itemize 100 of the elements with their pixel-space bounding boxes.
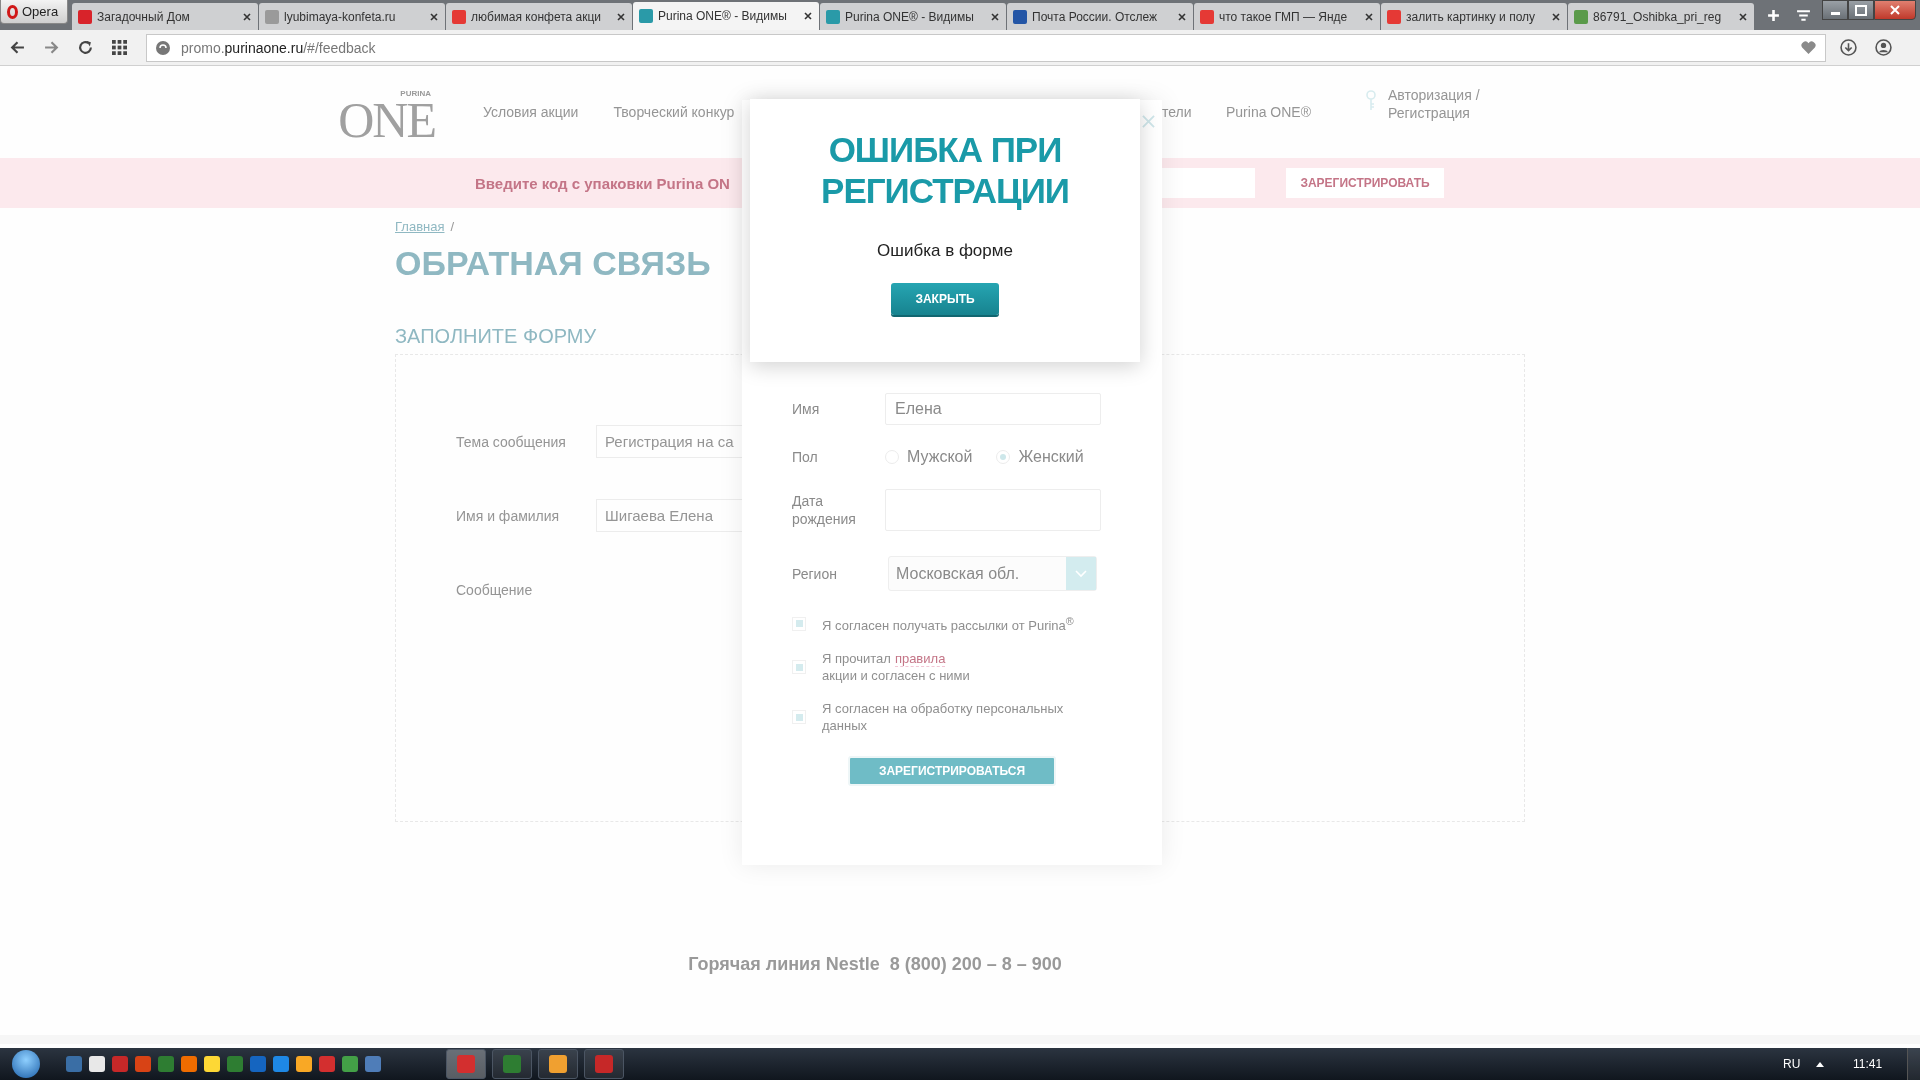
close-icon[interactable]: [429, 11, 439, 22]
browser-tab[interactable]: Загадочный Дом: [72, 3, 258, 30]
close-icon[interactable]: [803, 11, 813, 21]
caret-up-icon[interactable]: [1816, 1061, 1824, 1067]
checkbox[interactable]: [792, 710, 806, 725]
browser-tab[interactable]: залить картинку и полу: [1381, 3, 1567, 30]
taskbar-app[interactable]: [538, 1049, 578, 1079]
hotline-text: Горячая линия Nestle 8 (800) 200 – 8 – 900: [688, 953, 1062, 975]
favicon-icon: [826, 9, 840, 24]
language-indicator[interactable]: RU: [1783, 1057, 1801, 1071]
region-dropdown[interactable]: Московская обл.: [888, 556, 1097, 591]
agreement-text: Я прочитал правила акции и согласен с ними: [822, 650, 971, 685]
browser-tab[interactable]: любимая конфета акци: [446, 3, 632, 30]
heart-icon[interactable]: [1800, 40, 1817, 55]
key-icon: [1365, 90, 1377, 112]
site-info-icon[interactable]: [155, 39, 171, 56]
favicon-icon: [78, 9, 92, 24]
opera-menu-button[interactable]: Opera: [0, 0, 68, 24]
close-icon: [1890, 5, 1900, 15]
app-icon[interactable]: [227, 1056, 243, 1072]
menu-icon[interactable]: [1796, 9, 1811, 22]
close-icon[interactable]: [990, 11, 1000, 22]
app-icon[interactable]: [296, 1056, 312, 1072]
browser-tab[interactable]: 86791_Oshibka_pri_reg: [1568, 3, 1754, 30]
browser-tab[interactable]: Почта России. Отслеж: [1007, 3, 1193, 30]
field-label: Пол: [792, 448, 819, 466]
new-tab-icon[interactable]: [1767, 9, 1780, 22]
clock[interactable]: 11:41: [1853, 1057, 1883, 1071]
favicon-icon: [452, 9, 466, 24]
favicon-icon: [265, 9, 279, 24]
forward-icon[interactable]: [44, 40, 59, 55]
show-desktop-button[interactable]: [1907, 1048, 1920, 1080]
form-heading: ЗАПОЛНИТЕ ФОРМУ: [395, 323, 597, 348]
close-icon[interactable]: [616, 11, 626, 22]
app-icon[interactable]: [250, 1056, 266, 1072]
app-icon[interactable]: [66, 1056, 82, 1072]
field-label: Имя: [792, 400, 821, 418]
browser-tab[interactable]: что такое ГМП — Янде: [1194, 3, 1380, 30]
nav-link[interactable]: Purina ONE®: [1226, 104, 1311, 120]
favicon-icon: [1574, 9, 1588, 24]
app-icon[interactable]: [135, 1056, 151, 1072]
field-label: Сообщение: [456, 581, 534, 598]
register-button[interactable]: ЗАРЕГИСТРИРОВАТЬ: [1286, 168, 1444, 198]
radio-label: Женский: [1018, 448, 1084, 466]
app-icon[interactable]: [365, 1056, 381, 1072]
address-field[interactable]: promo.purinaone.ru/#/feedback: [146, 33, 1826, 62]
breadcrumb-link[interactable]: Главная: [395, 219, 445, 235]
browser-tab[interactable]: Purina ONE® - Видимы: [820, 3, 1006, 30]
app-icon[interactable]: [342, 1056, 358, 1072]
submit-button[interactable]: ЗАРЕГИСТРИРОВАТЬСЯ: [848, 756, 1056, 787]
page-title: ОБРАТНАЯ СВЯЗЬ: [395, 243, 711, 284]
agreement-text: Я согласен на обработку персональных данных: [822, 700, 1065, 735]
dialog-title: ОШИБКА ПРИ РЕГИСТРАЦИИ: [820, 129, 1070, 211]
code-field[interactable]: [1160, 168, 1255, 198]
app-icon[interactable]: [112, 1056, 128, 1072]
restore-button[interactable]: [1848, 0, 1874, 20]
close-icon[interactable]: [242, 11, 252, 22]
app-icon[interactable]: [204, 1056, 220, 1072]
banner-text: Введите код с упаковки Purina ON: [475, 174, 731, 192]
app-icon[interactable]: [89, 1056, 105, 1072]
download-icon[interactable]: [1840, 39, 1857, 56]
input-field[interactable]: Елена: [885, 393, 1101, 425]
dialog-message: Ошибка в форме: [877, 241, 1013, 261]
nav-link[interactable]: тели: [1162, 104, 1192, 120]
logo[interactable]: ONE: [338, 97, 435, 142]
account-icon[interactable]: [1875, 39, 1892, 56]
logo-brand: PURINA: [400, 88, 431, 98]
browser-tab[interactable]: lyubimaya-konfeta.ru: [259, 3, 445, 30]
taskbar-app[interactable]: [492, 1049, 532, 1079]
close-icon[interactable]: [1738, 11, 1748, 22]
close-icon[interactable]: [1177, 11, 1187, 22]
checkbox[interactable]: [792, 616, 806, 631]
favicon-icon: [1200, 9, 1214, 24]
close-window-button[interactable]: [1874, 0, 1916, 20]
nav-link[interactable]: Условия акции: [483, 104, 579, 120]
browser-tab[interactable]: Purina ONE® - Видимы: [633, 2, 819, 30]
rules-link[interactable]: правила: [894, 651, 946, 668]
close-button[interactable]: ЗАКРЫТЬ: [891, 283, 999, 315]
app-icon[interactable]: [273, 1056, 289, 1072]
checkbox[interactable]: [792, 660, 806, 675]
nav-link[interactable]: Творческий конкур: [613, 104, 735, 120]
app-icon[interactable]: [158, 1056, 174, 1072]
field-label: Дата рождения: [792, 492, 857, 528]
breadcrumb-separator: /: [450, 219, 455, 235]
close-icon[interactable]: [1364, 11, 1374, 22]
favicon-icon: [1387, 9, 1401, 24]
reload-icon[interactable]: [78, 40, 93, 55]
minimize-button[interactable]: [1822, 0, 1848, 20]
close-icon[interactable]: [1551, 11, 1561, 22]
back-icon[interactable]: [10, 40, 25, 55]
field-label: Имя и фамилия: [456, 507, 561, 524]
agreement-text: Я согласен получать рассылки от Purina$^{®}$: [822, 614, 1075, 635]
app-icon[interactable]: [319, 1056, 335, 1072]
field-label: Тема сообщения: [456, 433, 567, 450]
favicon-icon: [639, 9, 653, 23]
login-link[interactable]: Авторизация / Регистрация: [1388, 86, 1498, 122]
favicon-icon: [1013, 9, 1027, 24]
app-icon[interactable]: [181, 1056, 197, 1072]
grid-icon[interactable]: [112, 40, 127, 55]
chevron-down-icon: [1075, 569, 1087, 578]
